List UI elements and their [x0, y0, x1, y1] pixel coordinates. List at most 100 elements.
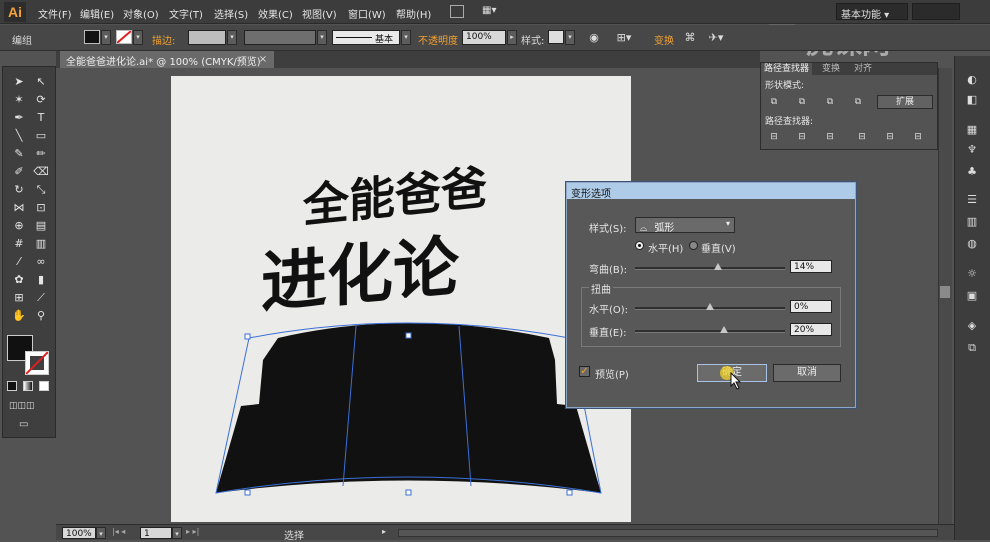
none-mode-icon[interactable] [39, 381, 49, 391]
fill-dropdown[interactable]: ▾ [101, 30, 111, 45]
slice-tool-icon[interactable]: ⟋ [31, 289, 51, 306]
stroke-color-box[interactable] [25, 351, 49, 375]
unite-icon[interactable]: ⧉ [767, 96, 781, 108]
first-artboard-icon[interactable]: |◂ ◂ [112, 527, 125, 536]
divide-icon[interactable]: ⊟ [767, 131, 781, 143]
vertical-distortion-field[interactable]: 20% [790, 323, 832, 336]
opacity-field[interactable]: 100% [462, 30, 506, 45]
bend-slider-track[interactable] [635, 267, 785, 270]
menu-window[interactable]: 窗口(W) [348, 6, 386, 21]
gradient-mode-icon[interactable] [23, 381, 33, 391]
bend-value-field[interactable]: 14% [790, 260, 832, 273]
transform-label[interactable]: 变换 [654, 32, 674, 47]
paintbrush-tool-icon[interactable]: ✎ [9, 145, 29, 162]
opacity-dropdown[interactable]: ▸ [507, 30, 517, 45]
outline-icon[interactable]: ⊟ [883, 131, 897, 143]
menu-edit[interactable]: 编辑(E) [80, 6, 114, 21]
close-tab-icon[interactable]: × [256, 51, 270, 68]
minus-front-icon[interactable]: ⧉ [795, 96, 809, 108]
menu-effect[interactable]: 效果(C) [258, 6, 293, 21]
isolate-icon[interactable]: ⌘ [682, 30, 698, 45]
blob-brush-tool-icon[interactable]: ✐ [9, 163, 29, 180]
mesh-tool-icon[interactable]: # [9, 235, 29, 252]
line-tool-icon[interactable]: ╲ [9, 127, 29, 144]
next-artboard-icon[interactable]: ▸ ▸| [186, 527, 199, 536]
artboard-number-field[interactable]: 1 [140, 527, 172, 539]
brush-dropdown[interactable]: ▾ [401, 30, 411, 45]
recolor-icon[interactable]: ◉ [586, 30, 602, 45]
selection-tool-icon[interactable]: ➤ [9, 73, 29, 90]
artboard-dropdown[interactable]: ▾ [172, 527, 182, 539]
artboard-tool-icon[interactable]: ⊞ [9, 289, 29, 306]
menu-select[interactable]: 选择(S) [214, 6, 248, 21]
workspace-switcher[interactable]: 基本功能 ▾ [836, 3, 908, 21]
help-search-input[interactable] [912, 3, 960, 20]
profile-dropdown[interactable]: ▾ [317, 30, 327, 45]
stroke-label[interactable]: 描边: [152, 32, 175, 47]
stroke-swatch[interactable] [116, 30, 132, 44]
gradient-tool-icon[interactable]: ▥ [31, 235, 51, 252]
draw-mode-icon[interactable]: ◫◫◫ [9, 401, 49, 413]
preview-checkbox[interactable]: ✓ [579, 366, 590, 377]
vertical-scroll-thumb[interactable] [940, 286, 950, 298]
blend-tool-icon[interactable]: ∞ [31, 253, 51, 270]
document-tab[interactable]: 全能爸爸进化论.ai* @ 100% (CMYK/预览) [60, 51, 274, 68]
horizontal-distortion-field[interactable]: 0% [790, 300, 832, 313]
artboards-icon[interactable]: ⧉ [963, 340, 981, 356]
appearance-icon[interactable]: ☼ [963, 266, 981, 282]
fill-swatch[interactable] [84, 30, 100, 44]
stroke-panel-icon[interactable]: ☰ [963, 192, 981, 208]
menu-object[interactable]: 对象(O) [123, 6, 159, 21]
crop-icon[interactable]: ⊟ [855, 131, 869, 143]
pencil-tool-icon[interactable]: ✏ [31, 145, 51, 162]
color-mode-icon[interactable] [7, 381, 17, 391]
stroke-weight-field[interactable] [188, 30, 226, 45]
symbol-sprayer-tool-icon[interactable]: ✿ [9, 271, 29, 288]
tab-align[interactable]: 对齐 [851, 63, 875, 75]
panel-options-icon[interactable]: ✈▾ [708, 30, 724, 45]
bend-slider-thumb[interactable] [714, 263, 722, 270]
tab-transform[interactable]: 变换 [819, 63, 843, 75]
merge-icon[interactable]: ⊟ [823, 131, 837, 143]
symbols-icon[interactable]: ♣ [963, 164, 981, 180]
status-menu-icon[interactable]: ▸ [382, 527, 392, 539]
magic-wand-tool-icon[interactable]: ✶ [9, 91, 29, 108]
menu-help[interactable]: 帮助(H) [396, 6, 431, 21]
eyedropper-tool-icon[interactable]: ⁄ [9, 253, 29, 270]
hand-tool-icon[interactable]: ✋ [9, 307, 29, 324]
intersect-icon[interactable]: ⧉ [823, 96, 837, 108]
perspective-grid-tool-icon[interactable]: ▤ [31, 217, 51, 234]
lasso-tool-icon[interactable]: ⟳ [31, 91, 51, 108]
exclude-icon[interactable]: ⧉ [851, 96, 865, 108]
eraser-tool-icon[interactable]: ⌫ [31, 163, 51, 180]
horizontal-scrollbar[interactable] [398, 529, 938, 537]
rectangle-tool-icon[interactable]: ▭ [31, 127, 51, 144]
layers-icon[interactable]: ◈ [963, 318, 981, 334]
menu-view[interactable]: 视图(V) [302, 6, 337, 21]
align-icon[interactable]: ⊞▾ [616, 30, 632, 45]
bridge-icon[interactable] [450, 5, 464, 18]
zoom-tool-icon[interactable]: ⚲ [31, 307, 51, 324]
shape-builder-tool-icon[interactable]: ⊕ [9, 217, 29, 234]
arrange-documents-icon[interactable]: ▦▾ [482, 5, 502, 18]
minus-back-icon[interactable]: ⊟ [911, 131, 925, 143]
screen-mode-icon[interactable]: ▭ [19, 419, 39, 431]
brushes-icon[interactable]: ♆ [963, 142, 981, 158]
horizontal-radio[interactable] [635, 241, 644, 250]
scale-tool-icon[interactable]: ⤡ [31, 181, 51, 198]
opacity-label[interactable]: 不透明度 [418, 32, 458, 47]
gradient-panel-icon[interactable]: ▥ [963, 214, 981, 230]
graphic-style-dropdown[interactable]: ▾ [565, 30, 575, 45]
direct-selection-tool-icon[interactable]: ↖ [31, 73, 51, 90]
expand-button[interactable]: 扩展 [877, 95, 933, 109]
variable-width-profile[interactable] [244, 30, 316, 45]
free-transform-tool-icon[interactable]: ⊡ [31, 199, 51, 216]
tab-pathfinder[interactable]: 路径查找器 [761, 63, 813, 75]
zoom-field[interactable]: 100% [62, 527, 96, 539]
graphic-styles-icon[interactable]: ▣ [963, 288, 981, 304]
color-panel-icon[interactable]: ◐ [963, 72, 981, 88]
horizontal-distortion-thumb[interactable] [706, 303, 714, 310]
menu-file[interactable]: 文件(F) [38, 6, 72, 21]
pen-tool-icon[interactable]: ✒ [9, 109, 29, 126]
trim-icon[interactable]: ⊟ [795, 131, 809, 143]
